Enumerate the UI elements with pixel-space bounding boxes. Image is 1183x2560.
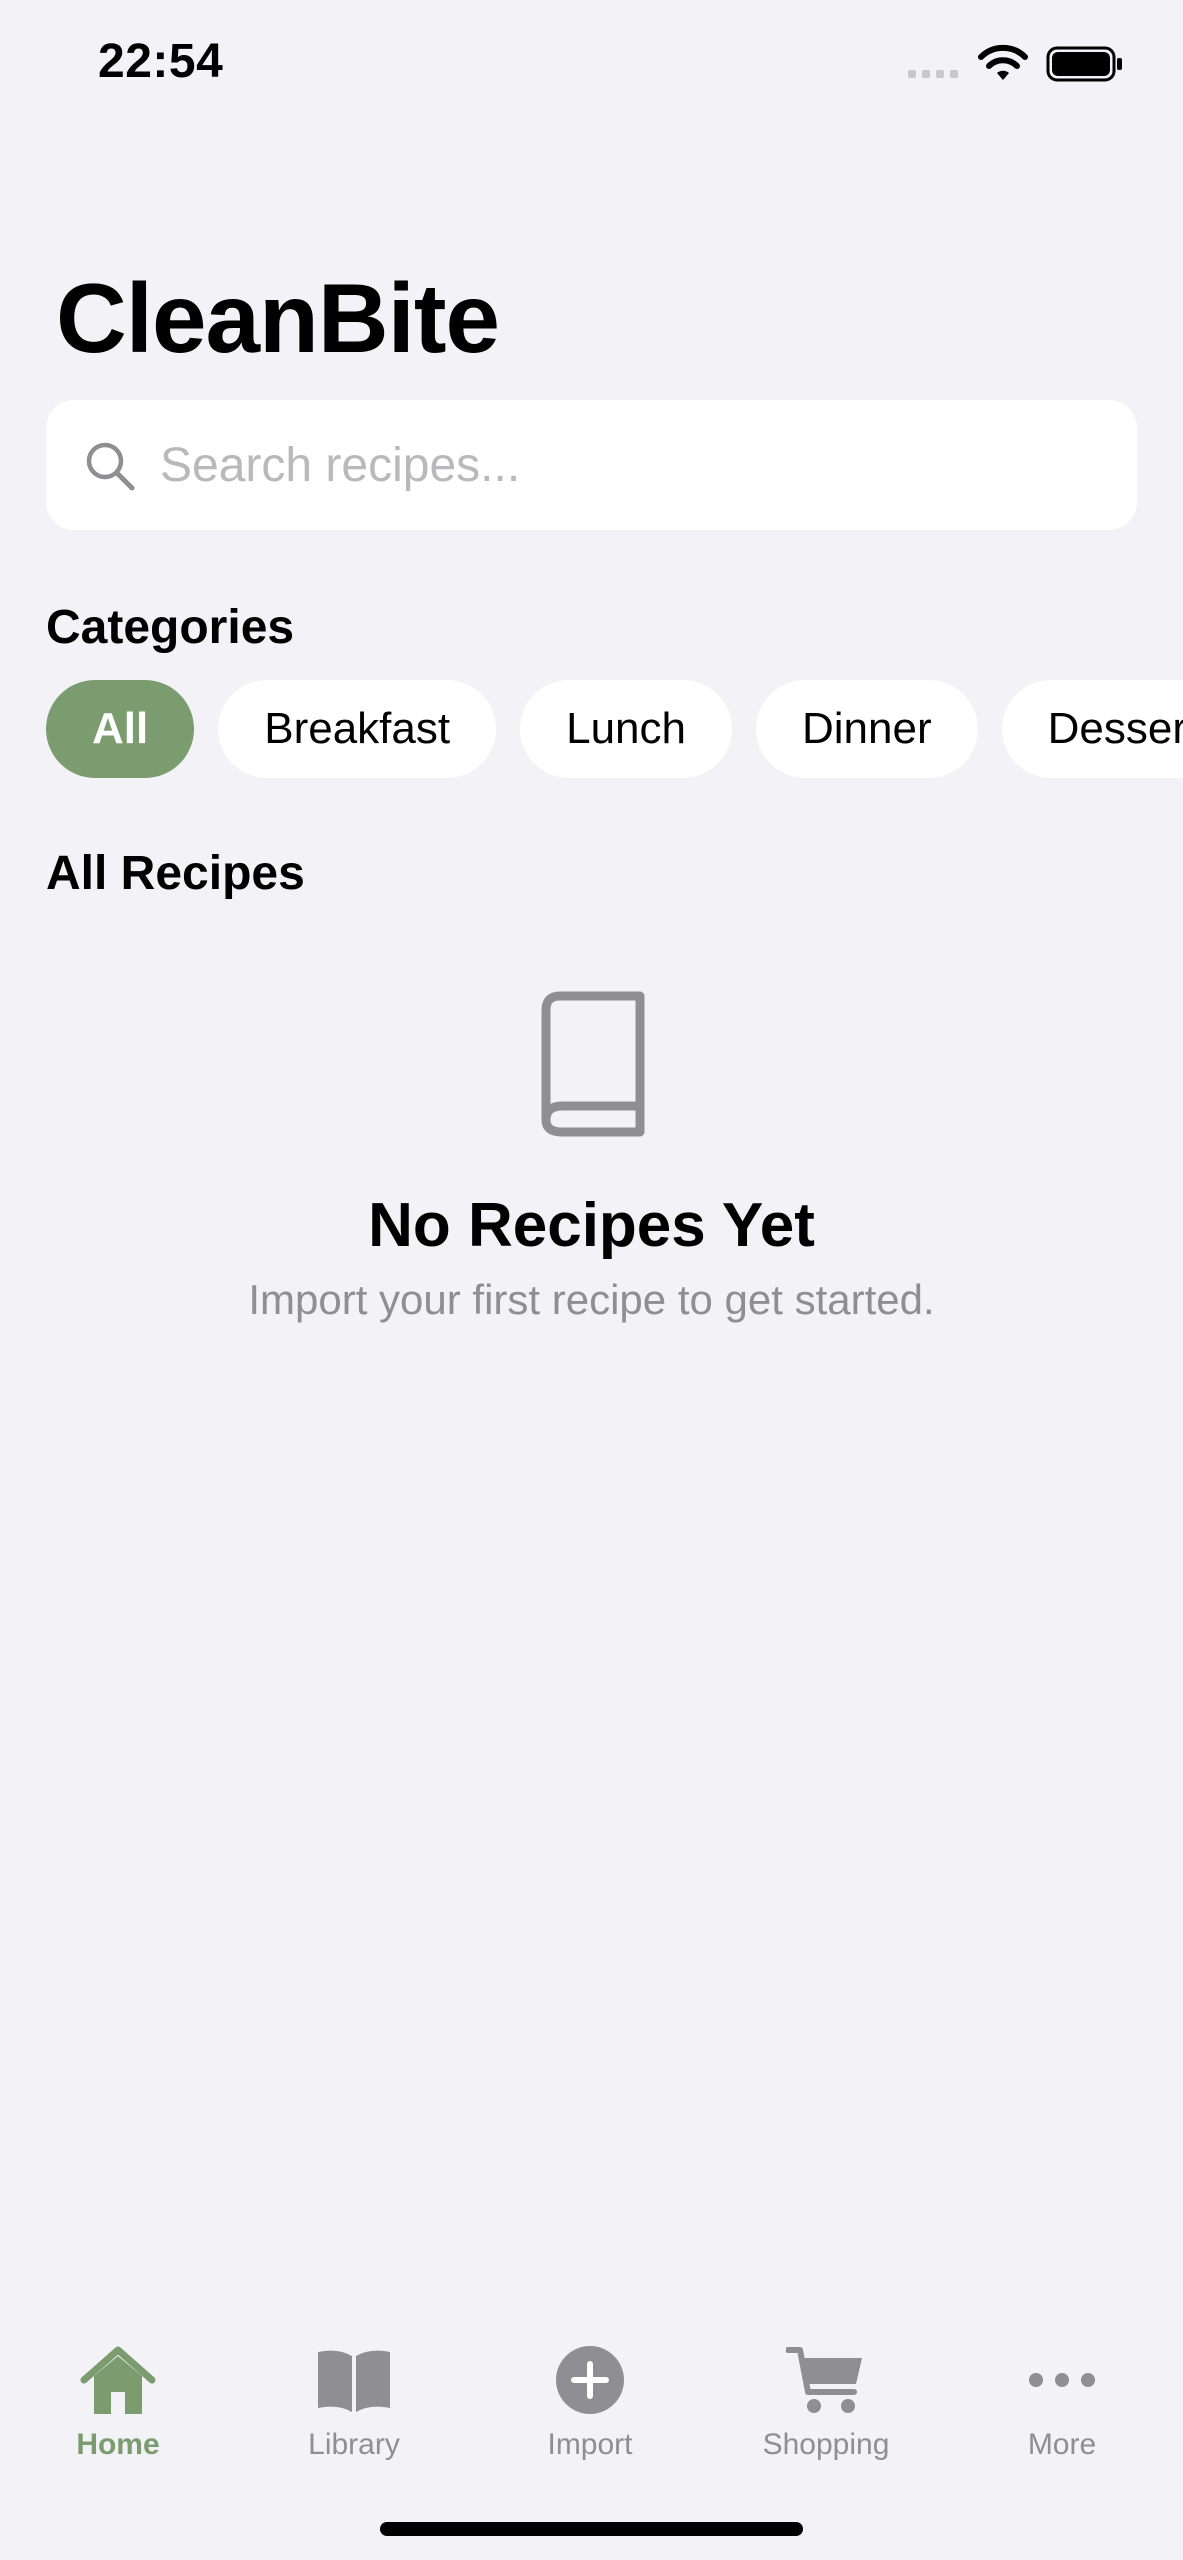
book-icon [541, 991, 645, 1137]
tab-more[interactable]: More [944, 2310, 1180, 2470]
search-bar[interactable] [46, 400, 1137, 530]
more-icon [1029, 2373, 1095, 2387]
battery-icon [1046, 46, 1122, 82]
tab-home-label: Home [76, 2428, 160, 2461]
category-chip-all[interactable]: All [46, 680, 195, 778]
search-icon [86, 442, 135, 491]
empty-state-subtitle: Import your first recipe to get started. [248, 1276, 935, 1323]
wifi-icon [978, 44, 1028, 80]
status-time: 22:54 [98, 35, 224, 88]
cart-icon [786, 2347, 862, 2413]
tab-import[interactable]: Import [472, 2310, 708, 2470]
tab-home[interactable]: Home [0, 2310, 236, 2470]
tab-shopping-label: Shopping [762, 2428, 890, 2461]
categories-heading: Categories [46, 601, 295, 654]
cellular-signal-icon [908, 70, 958, 78]
category-chip-dessert[interactable]: Dessert [1001, 680, 1183, 778]
tab-library[interactable]: Library [236, 2310, 472, 2470]
tab-more-label: More [1027, 2428, 1097, 2461]
page-title: CleanBite [56, 263, 500, 373]
tab-library-label: Library [308, 2428, 400, 2461]
home-screen: 22:54 CleanBite Categories All Breakfast… [0, 0, 1183, 2560]
search-input[interactable] [160, 430, 1100, 500]
category-chip-lunch[interactable]: Lunch [520, 680, 732, 778]
plus-circle-icon [556, 2346, 624, 2414]
category-chips: All Breakfast Lunch Dinner Dessert [46, 680, 1183, 778]
home-icon [80, 2346, 156, 2414]
library-icon [318, 2350, 390, 2412]
status-bar: 22:54 [0, 0, 1183, 130]
category-chip-dinner[interactable]: Dinner [756, 680, 978, 778]
tab-import-label: Import [547, 2428, 633, 2461]
home-indicator [380, 2522, 803, 2536]
empty-state-title: No Recipes Yet [368, 1191, 815, 1260]
tab-shopping[interactable]: Shopping [708, 2310, 944, 2470]
all-recipes-heading: All Recipes [46, 847, 305, 900]
category-chip-breakfast[interactable]: Breakfast [218, 680, 497, 778]
